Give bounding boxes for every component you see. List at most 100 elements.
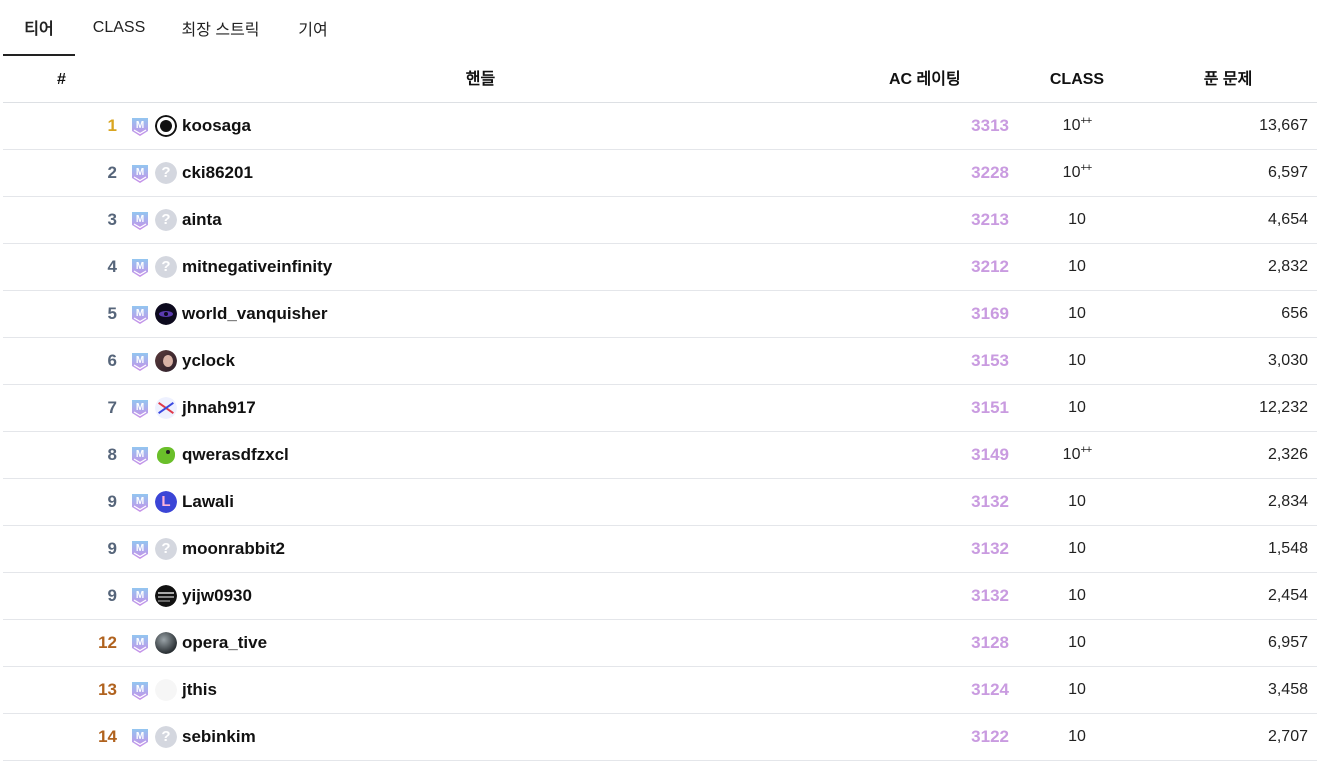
column-header-class[interactable]: CLASS <box>1037 57 1117 102</box>
avatar[interactable]: ? <box>155 538 177 560</box>
avatar[interactable] <box>155 350 177 372</box>
rank-number: 1 <box>107 116 117 135</box>
class-value: 10 <box>1037 620 1117 666</box>
column-header-rating[interactable]: AC 레이팅 <box>889 57 983 102</box>
user-handle-link[interactable]: koosaga <box>182 103 251 149</box>
column-header-handle[interactable]: 핸들 <box>3 57 958 102</box>
table-row[interactable]: 12 Mopera_tive 3128 10 6,957 <box>3 620 1317 667</box>
user-handle-link[interactable]: opera_tive <box>182 620 267 666</box>
user-handle-link[interactable]: ainta <box>182 197 222 243</box>
solved-count: 6,597 <box>1267 164 1308 181</box>
user-handle-link[interactable]: yijw0930 <box>182 573 252 619</box>
table-row[interactable]: 5 Mworld_vanquisher 3169 10 656 <box>3 291 1317 338</box>
table-row[interactable]: 2 M? cki86201 3228 10++ 6,597 <box>3 150 1317 197</box>
class-value: 10 <box>1037 667 1117 713</box>
table-row[interactable]: 8 Mqwerasdfzxcl 3149 10++ 2,326 <box>3 432 1317 479</box>
table-row[interactable]: 9 M L Lawali 3132 10 2,834 <box>3 479 1317 526</box>
class-number: 10 <box>1068 305 1086 322</box>
class-plus-marker: ++ <box>1080 115 1092 127</box>
class-number: 10 <box>1062 164 1081 181</box>
table-row[interactable]: 6 Myclock 3153 10 3,030 <box>3 338 1317 385</box>
tier-badge-icon: M <box>131 446 149 466</box>
tier-badge-icon: M <box>131 352 149 372</box>
class-value: 10 <box>1037 291 1117 337</box>
user-handle-link[interactable]: world_vanquisher <box>182 291 327 337</box>
tier-badge-icon: M <box>131 587 149 607</box>
tab-0[interactable]: 티어 <box>3 0 75 56</box>
ac-rating: 3149 <box>971 445 1009 464</box>
rank-number: 2 <box>107 163 117 182</box>
ac-rating: 3153 <box>971 351 1009 370</box>
tab-3[interactable]: 기여 <box>278 0 348 56</box>
tier-badge-icon: M <box>131 493 149 513</box>
avatar[interactable]: L <box>155 491 177 513</box>
rank-number: 4 <box>107 257 117 276</box>
table-row[interactable]: 14 M? sebinkim 3122 10 2,707 <box>3 714 1317 761</box>
column-header-solved[interactable]: 푼 문제 <box>1183 57 1273 102</box>
solved-count: 3,030 <box>1267 352 1308 369</box>
avatar[interactable]: ? <box>155 162 177 184</box>
ac-rating: 3313 <box>971 116 1009 135</box>
class-number: 10 <box>1062 446 1081 463</box>
solved-count: 6,957 <box>1267 634 1308 651</box>
table-row[interactable]: 1 Mkoosaga 3313 10++ 13,667 <box>3 103 1317 150</box>
class-number: 10 <box>1068 258 1086 275</box>
user-handle-link[interactable]: sebinkim <box>182 714 256 760</box>
table-row[interactable]: 3 M? ainta 3213 10 4,654 <box>3 197 1317 244</box>
class-value: 10 <box>1037 385 1117 431</box>
rank-number: 9 <box>107 539 117 558</box>
avatar[interactable] <box>155 115 177 137</box>
class-number: 10 <box>1068 211 1086 228</box>
class-number: 10 <box>1068 681 1086 698</box>
ac-rating: 3132 <box>971 492 1009 511</box>
user-handle-link[interactable]: qwerasdfzxcl <box>182 432 289 478</box>
avatar[interactable] <box>155 444 177 466</box>
rank-number: 13 <box>98 680 117 699</box>
class-number: 10 <box>1068 399 1086 416</box>
class-value: 10++ <box>1037 432 1117 478</box>
class-number: 10 <box>1068 352 1086 369</box>
table-row[interactable]: 13 Mjthis 3124 10 3,458 <box>3 667 1317 714</box>
user-handle-link[interactable]: Lawali <box>182 479 234 525</box>
solved-count: 13,667 <box>1259 117 1308 134</box>
avatar[interactable]: ? <box>155 726 177 748</box>
user-handle-link[interactable]: jthis <box>182 667 217 713</box>
ac-rating: 3212 <box>971 257 1009 276</box>
ac-rating: 3228 <box>971 163 1009 182</box>
user-handle-link[interactable]: moonrabbit2 <box>182 526 285 572</box>
class-value: 10 <box>1037 573 1117 619</box>
avatar[interactable] <box>155 303 177 325</box>
svg-text:M: M <box>136 543 144 554</box>
tier-badge-icon: M <box>131 305 149 325</box>
avatar[interactable]: ? <box>155 209 177 231</box>
table-row[interactable]: 9 M? moonrabbit2 3132 10 1,548 <box>3 526 1317 573</box>
avatar[interactable] <box>155 679 177 701</box>
class-number: 10 <box>1068 587 1086 604</box>
avatar[interactable] <box>155 632 177 654</box>
user-handle-link[interactable]: yclock <box>182 338 235 384</box>
svg-text:M: M <box>136 637 144 648</box>
class-number: 10 <box>1068 634 1086 651</box>
tier-badge-icon: M <box>131 258 149 278</box>
tier-badge-icon: M <box>131 164 149 184</box>
table-row[interactable]: 9 Myijw0930 3132 10 2,454 <box>3 573 1317 620</box>
user-handle-link[interactable]: jhnah917 <box>182 385 256 431</box>
avatar[interactable] <box>155 397 177 419</box>
avatar[interactable] <box>155 585 177 607</box>
class-value: 10 <box>1037 197 1117 243</box>
class-number: 10 <box>1068 493 1086 510</box>
class-value: 10 <box>1037 526 1117 572</box>
solved-count: 1,548 <box>1267 540 1308 557</box>
table-row[interactable]: 7 Mjhnah917 3151 10 12,232 <box>3 385 1317 432</box>
svg-text:M: M <box>136 355 144 366</box>
tab-1[interactable]: CLASS <box>75 0 163 56</box>
ranking-tabs: 티어 CLASS 최장 스트릭 기여 <box>3 0 348 57</box>
tab-2[interactable]: 최장 스트릭 <box>163 0 278 56</box>
table-row[interactable]: 4 M? mitnegativeinfinity 3212 10 2,832 <box>3 244 1317 291</box>
tier-badge-icon: M <box>131 540 149 560</box>
user-handle-link[interactable]: cki86201 <box>182 150 253 196</box>
user-handle-link[interactable]: mitnegativeinfinity <box>182 244 332 290</box>
ac-rating: 3122 <box>971 727 1009 746</box>
avatar[interactable]: ? <box>155 256 177 278</box>
svg-text:M: M <box>136 261 144 272</box>
